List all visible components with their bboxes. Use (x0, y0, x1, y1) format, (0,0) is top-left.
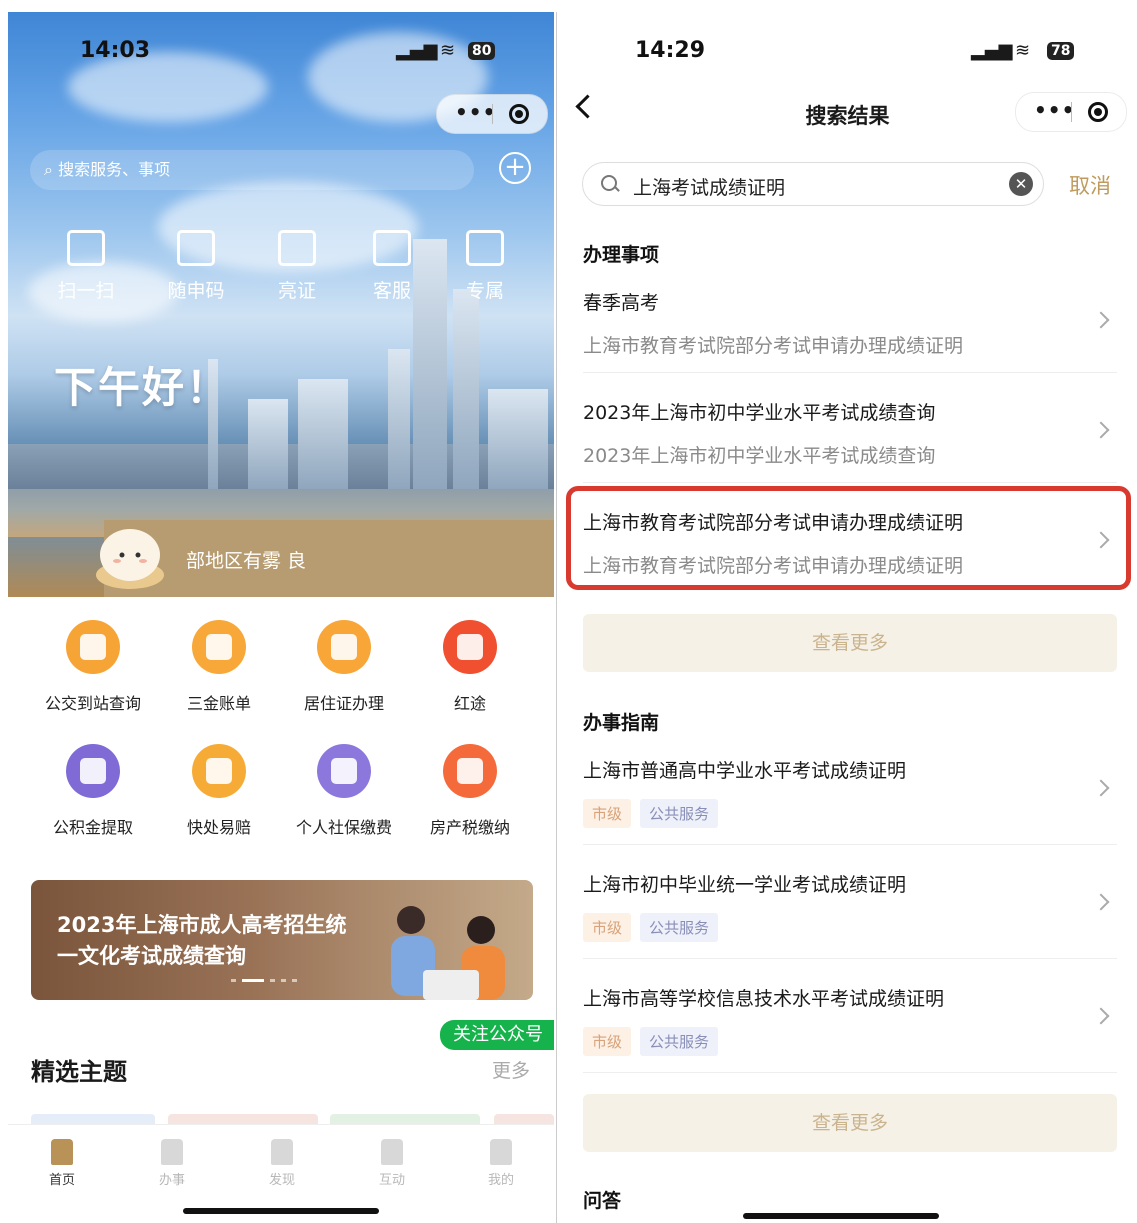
weather-text: 部地区有雾 良 (186, 550, 307, 572)
scan-icon (67, 230, 105, 266)
tag-level: 市级 (583, 799, 632, 828)
search-input[interactable]: 上海考试成绩证明 ✕ (582, 162, 1044, 206)
quick-action-license[interactable]: 亮证 (257, 230, 337, 303)
signal-icon: ▂▄▆ (971, 40, 1013, 61)
battery-icon: 78 (1047, 40, 1075, 60)
crown-icon (466, 230, 504, 266)
battery-icon: 80 (468, 40, 496, 60)
tab-home[interactable]: 首页 (32, 1139, 92, 1188)
section-title-items: 办理事项 (583, 244, 660, 266)
status-time: 14:29 (635, 38, 706, 63)
tag-type: 公共服务 (640, 799, 719, 828)
guide-item[interactable]: 上海市初中毕业统一学业考试成绩证明 市级 公共服务 (583, 870, 1117, 942)
search-input[interactable]: ⌕ 搜索服务、事项 (30, 150, 474, 190)
bun-mascot-icon (96, 529, 164, 589)
tax-house-icon (443, 744, 497, 798)
left-phone-screen: 14:03 ▂▄▆ ≋ 80 ••• ⌕ 搜索服务、事项 + 扫一扫 随申码 亮… (8, 12, 554, 1223)
search-icon (601, 175, 617, 191)
close-miniprogram-icon[interactable] (509, 104, 529, 124)
tag-level: 市级 (583, 1027, 632, 1056)
service-redroute[interactable]: 红途 (410, 620, 530, 714)
view-more-button[interactable]: 查看更多 (583, 1094, 1117, 1152)
star-icon (443, 620, 497, 674)
fund-house-icon (66, 744, 120, 798)
banner-title: 2023年上海市成人高考招生统一文化考试成绩查询 (57, 913, 347, 968)
right-phone-screen: 14:29 ▂▄▆ ≋ 78 搜索结果 ••• 上海考试成绩证明 ✕ 取消 办理… (556, 12, 1137, 1223)
close-miniprogram-icon[interactable] (1088, 102, 1108, 122)
service-bill[interactable]: 三金账单 (159, 620, 279, 714)
lightning-icon (192, 744, 246, 798)
home-tab-icon (51, 1139, 73, 1165)
service-tax[interactable]: 房产税缴纳 (410, 744, 530, 838)
cancel-button[interactable]: 取消 (1069, 170, 1111, 200)
highlight-box (566, 486, 1131, 590)
quick-action-scan[interactable]: 扫一扫 (46, 230, 126, 303)
miniprogram-capsule[interactable]: ••• (1015, 92, 1127, 132)
status-time: 14:03 (80, 38, 151, 63)
headset-icon (373, 230, 411, 266)
service-social[interactable]: 个人社保缴费 (284, 744, 404, 838)
more-icon[interactable]: ••• (1034, 98, 1075, 122)
greeting: 下午好！ (54, 363, 231, 412)
signal-icon: ▂▄▆ (396, 40, 438, 61)
follow-account-button[interactable]: 关注公众号 (440, 1020, 554, 1050)
clear-icon[interactable]: ✕ (1009, 172, 1033, 196)
tab-mine[interactable]: 我的 (471, 1139, 531, 1188)
more-icon[interactable]: ••• (455, 100, 496, 124)
tag-type: 公共服务 (640, 913, 719, 942)
tab-discover[interactable]: 发现 (252, 1139, 312, 1188)
list-item[interactable]: 2023年上海市初中学业水平考试成绩查询 2023年上海市初中学业水平考试成绩查… (583, 398, 1117, 468)
brush-icon (161, 1139, 183, 1165)
weather-bar[interactable]: 部地区有雾 良 (104, 520, 554, 597)
person-icon (490, 1139, 512, 1165)
tab-affairs[interactable]: 办事 (142, 1139, 202, 1188)
guide-item[interactable]: 上海市高等学校信息技术水平考试成绩证明 市级 公共服务 (583, 984, 1117, 1056)
home-icon (317, 620, 371, 674)
service-fund[interactable]: 公积金提取 (33, 744, 153, 838)
bus-icon (66, 620, 120, 674)
home-indicator (743, 1213, 939, 1219)
quick-action-qrcode[interactable]: 随申码 (156, 230, 236, 303)
bottom-tab-bar: 首页 办事 发现 互动 我的 (8, 1124, 554, 1223)
card-icon (278, 230, 316, 266)
service-claim[interactable]: 快处易赔 (159, 744, 279, 838)
qrcode-icon (177, 230, 215, 266)
search-value: 上海考试成绩证明 (633, 177, 786, 199)
search-icon: ⌕ (44, 160, 53, 179)
quick-action-service[interactable]: 客服 (352, 230, 432, 303)
list-item[interactable]: 春季高考 上海市教育考试院部分考试申请办理成绩证明 (583, 288, 1117, 358)
wifi-icon: ≋ (1015, 40, 1031, 61)
promo-banner[interactable]: 2023年上海市成人高考招生统一文化考试成绩查询 (31, 880, 533, 1000)
home-indicator (183, 1208, 379, 1214)
quick-action-exclusive[interactable]: 专属 (445, 230, 525, 303)
service-residence[interactable]: 居住证办理 (284, 620, 404, 714)
tag-level: 市级 (583, 913, 632, 942)
view-more-button[interactable]: 查看更多 (583, 614, 1117, 672)
add-icon[interactable]: + (499, 152, 531, 184)
section-title-guides: 办事指南 (583, 712, 660, 734)
banner-illustration (391, 906, 505, 1000)
service-bus[interactable]: 公交到站查询 (33, 620, 153, 714)
flower-icon (381, 1139, 403, 1165)
miniprogram-capsule[interactable]: ••• (436, 94, 548, 134)
house-yuan-icon (192, 620, 246, 674)
section-title-qa: 问答 (583, 1190, 622, 1212)
tag-type: 公共服务 (640, 1027, 719, 1056)
receipt-icon (317, 744, 371, 798)
topics-more-link[interactable]: 更多 (492, 1056, 530, 1083)
tab-interact[interactable]: 互动 (362, 1139, 422, 1188)
search-placeholder: 搜索服务、事项 (58, 160, 171, 179)
banner-pager (231, 967, 303, 986)
guide-item[interactable]: 上海市普通高中学业水平考试成绩证明 市级 公共服务 (583, 756, 1117, 828)
topics-title: 精选主题 (31, 1058, 127, 1086)
gate-icon (271, 1139, 293, 1165)
wifi-icon: ≋ (440, 40, 456, 61)
